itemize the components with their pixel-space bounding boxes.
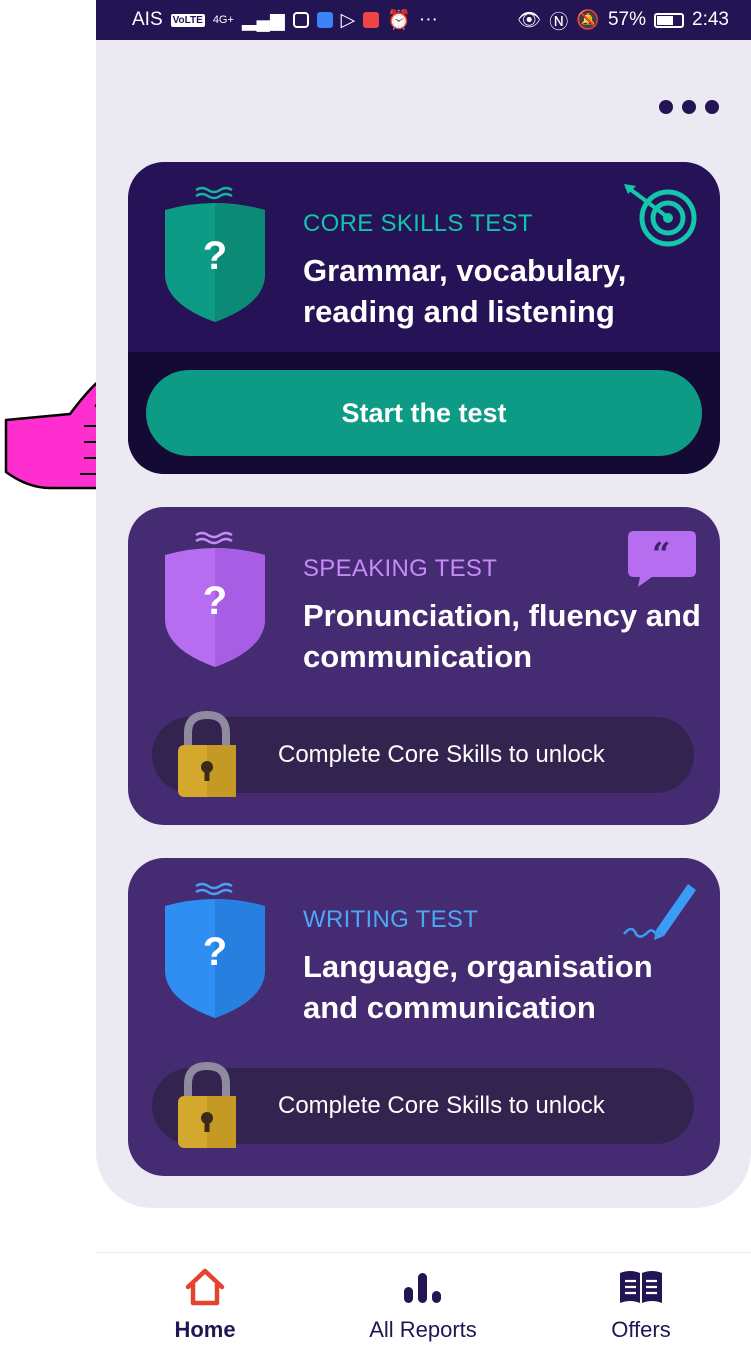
start-test-button[interactable]: Start the test [146,370,702,456]
padlock-icon [176,709,238,806]
speaking-lock-bar: Complete Core Skills to unlock [152,710,694,797]
shield-icon: ? [162,184,268,324]
shield-icon: ? [162,880,268,1020]
network-label: 4G+ [212,14,234,26]
tab-home[interactable]: Home [125,1253,285,1347]
writing-test-card: ? WRITING TEST Language, organisation an… [128,858,720,1176]
app-icon [316,12,333,28]
play-icon: ▷ [340,9,356,31]
nfc-icon: Ⓝ [549,11,569,33]
tab-offers[interactable]: Offers [561,1253,721,1347]
home-icon [184,1267,226,1312]
tab-all-reports[interactable]: All Reports [343,1253,503,1347]
core-skills-card: ? CORE SKILLS TEST Grammar, vocabulary, … [128,162,720,474]
target-icon [622,182,698,253]
eye-icon: 👁 [517,10,542,31]
speaking-lock-label: Complete Core Skills to unlock [278,741,605,768]
speaking-category: SPEAKING TEST [303,555,498,582]
phone-screen: AIS VoLTE 4G+ ▂▄▆ ▷ ⏰ ··· 👁 Ⓝ 🔕 57% 2:43 [96,0,751,1347]
speaking-title: Pronunciation, fluency and communication [303,598,701,674]
battery-percent: 57% [607,9,647,30]
shield-question-mark: ? [202,234,228,278]
alarm-icon: ⏰ [387,10,411,31]
pen-icon [622,880,698,949]
writing-category: WRITING TEST [303,906,479,933]
shield-icon: ? [162,529,268,669]
instagram-icon [292,12,309,28]
speech-quote-icon: “ [628,531,696,592]
signal-icon: ▂▄▆ [241,9,285,31]
volte-badge: VoLTE [170,13,205,27]
battery-icon [654,12,685,28]
shield-question-mark: ? [202,930,228,974]
writing-title: Language, organisation and communication [303,949,653,1025]
core-skills-title: Grammar, vocabulary, reading and listeni… [303,253,627,329]
more-notifications: ··· [418,9,438,30]
maps-icon [363,12,380,28]
bar-chart-icon [400,1267,446,1312]
tab-all-reports-label: All Reports [369,1317,477,1342]
carrier-label: AIS [132,9,163,30]
svg-text:“: “ [652,535,670,573]
core-skills-category: CORE SKILLS TEST [303,210,533,237]
speaking-test-card: ? “ SPEAKING TEST Pronunciation, fluency… [128,507,720,825]
shield-question-mark: ? [202,579,228,623]
writing-lock-bar: Complete Core Skills to unlock [152,1061,694,1148]
tab-offers-label: Offers [611,1317,671,1342]
tab-home-label: Home [174,1317,236,1342]
padlock-icon [176,1060,238,1157]
clock: 2:43 [692,9,729,30]
more-options-icon[interactable] [659,100,719,114]
writing-lock-label: Complete Core Skills to unlock [278,1092,605,1119]
bottom-tab-bar: Home All Reports Offers [96,1252,751,1347]
book-icon [618,1267,664,1312]
status-bar: AIS VoLTE 4G+ ▂▄▆ ▷ ⏰ ··· 👁 Ⓝ 🔕 57% 2:43 [96,0,751,40]
mute-icon: 🔕 [576,10,600,31]
